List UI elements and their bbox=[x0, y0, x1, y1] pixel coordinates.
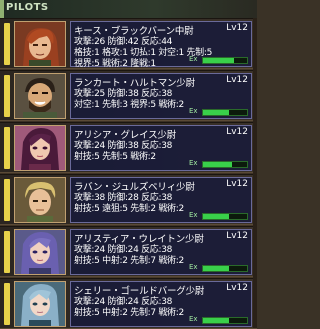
pilot-level: Lv12 bbox=[226, 283, 248, 293]
scrollbar[interactable] bbox=[253, 18, 257, 328]
ex-label: Ex bbox=[189, 315, 198, 323]
pilot-portrait bbox=[14, 177, 66, 223]
pilots-panel: PILOTS キース・ブラックバーン中尉 Lv12 攻撃:26 防御:42 反応… bbox=[0, 0, 257, 329]
pilot-status-bar bbox=[4, 23, 10, 65]
pilot-info: シェリー・ゴールドバーグ少尉 Lv12 攻撃:24 防御:24 反応:38 射技… bbox=[70, 281, 252, 327]
pilot-list: キース・ブラックバーン中尉 Lv12 攻撃:26 防御:42 反応:44 格技:… bbox=[0, 18, 257, 329]
pilot-info: アリスティア・ウレイトン少尉 Lv12 攻撃:24 防御:24 反応:38 射技… bbox=[70, 229, 252, 275]
pilot-level: Lv12 bbox=[226, 231, 248, 241]
ex-gauge: Ex bbox=[189, 55, 248, 64]
ex-gauge-fill bbox=[203, 318, 230, 323]
ex-gauge: Ex bbox=[189, 315, 248, 324]
ex-gauge: Ex bbox=[189, 263, 248, 272]
pilot-info: キース・ブラックバーン中尉 Lv12 攻撃:26 防御:42 反応:44 格技:… bbox=[70, 21, 252, 69]
pilot-row[interactable]: ランカート・ハルトマン少尉 Lv12 攻撃:25 防御:38 反応:38 対空:… bbox=[0, 70, 257, 121]
ex-gauge-fill bbox=[203, 214, 230, 219]
pilot-portrait bbox=[14, 229, 66, 275]
pilot-skills: 射技:5 遠狙:5 先制:2 戦術:2 bbox=[74, 204, 184, 214]
pilot-skills: 対空:1 先制:3 視界:5 戦術:2 bbox=[74, 100, 184, 110]
pilot-status-bar bbox=[4, 75, 10, 117]
ex-label: Ex bbox=[189, 211, 198, 219]
pilot-status-bar bbox=[4, 127, 10, 169]
panel-title: PILOTS bbox=[6, 2, 49, 13]
pilot-portrait bbox=[14, 21, 66, 67]
ex-gauge: Ex bbox=[189, 107, 248, 116]
ex-gauge-fill bbox=[203, 162, 232, 167]
pilot-info: ランカート・ハルトマン少尉 Lv12 攻撃:25 防御:38 反応:38 対空:… bbox=[70, 73, 252, 119]
pilot-skills: 射技:5 先制:5 戦術:2 bbox=[74, 152, 156, 162]
pilot-row[interactable]: アリスティア・ウレイトン少尉 Lv12 攻撃:24 防御:24 反応:38 射技… bbox=[0, 226, 257, 277]
pilot-level: Lv12 bbox=[226, 75, 248, 85]
pilot-row[interactable]: キース・ブラックバーン中尉 Lv12 攻撃:26 防御:42 反応:44 格技:… bbox=[0, 18, 257, 69]
pilot-portrait bbox=[14, 281, 66, 327]
pilot-skills: 射技:5 中射:2 先制:7 戦術:2 bbox=[74, 308, 184, 318]
pilot-status-bar bbox=[4, 283, 10, 325]
pilot-level: Lv12 bbox=[226, 179, 248, 189]
pilot-row[interactable]: シェリー・ゴールドバーグ少尉 Lv12 攻撃:24 防御:24 反応:38 射技… bbox=[0, 278, 257, 329]
panel-header: PILOTS bbox=[0, 0, 257, 19]
pilot-status-bar bbox=[4, 179, 10, 221]
ex-label: Ex bbox=[189, 263, 198, 271]
pilot-row[interactable]: アリシア・グレイス少尉 Lv12 攻撃:24 防御:38 反応:38 射技:5 … bbox=[0, 122, 257, 173]
ex-gauge-fill bbox=[203, 266, 230, 271]
ex-gauge: Ex bbox=[189, 211, 248, 220]
pilot-info: ラバン・ジュルズベリィ少尉 Lv12 攻撃:38 防御:28 反応:38 射技:… bbox=[70, 177, 252, 223]
ex-label: Ex bbox=[189, 107, 198, 115]
pilot-portrait bbox=[14, 73, 66, 119]
pilot-skills-extra: 視界:5 戦術:2 隆戦:1 bbox=[74, 59, 156, 69]
pilot-status-bar bbox=[4, 231, 10, 273]
pilot-skills: 射技:5 中射:2 先制:7 戦術:2 bbox=[74, 256, 184, 266]
ex-gauge-fill bbox=[203, 110, 230, 115]
header-accent bbox=[0, 0, 4, 18]
ex-gauge: Ex bbox=[189, 159, 248, 168]
ex-label: Ex bbox=[189, 55, 198, 63]
ex-label: Ex bbox=[189, 159, 198, 167]
pilot-level: Lv12 bbox=[226, 23, 248, 33]
pilot-level: Lv12 bbox=[226, 127, 248, 137]
pilot-row[interactable]: ラバン・ジュルズベリィ少尉 Lv12 攻撃:38 防御:28 反応:38 射技:… bbox=[0, 174, 257, 225]
pilot-info: アリシア・グレイス少尉 Lv12 攻撃:24 防御:38 反応:38 射技:5 … bbox=[70, 125, 252, 171]
ex-gauge-fill bbox=[203, 58, 234, 63]
pilot-portrait bbox=[14, 125, 66, 171]
